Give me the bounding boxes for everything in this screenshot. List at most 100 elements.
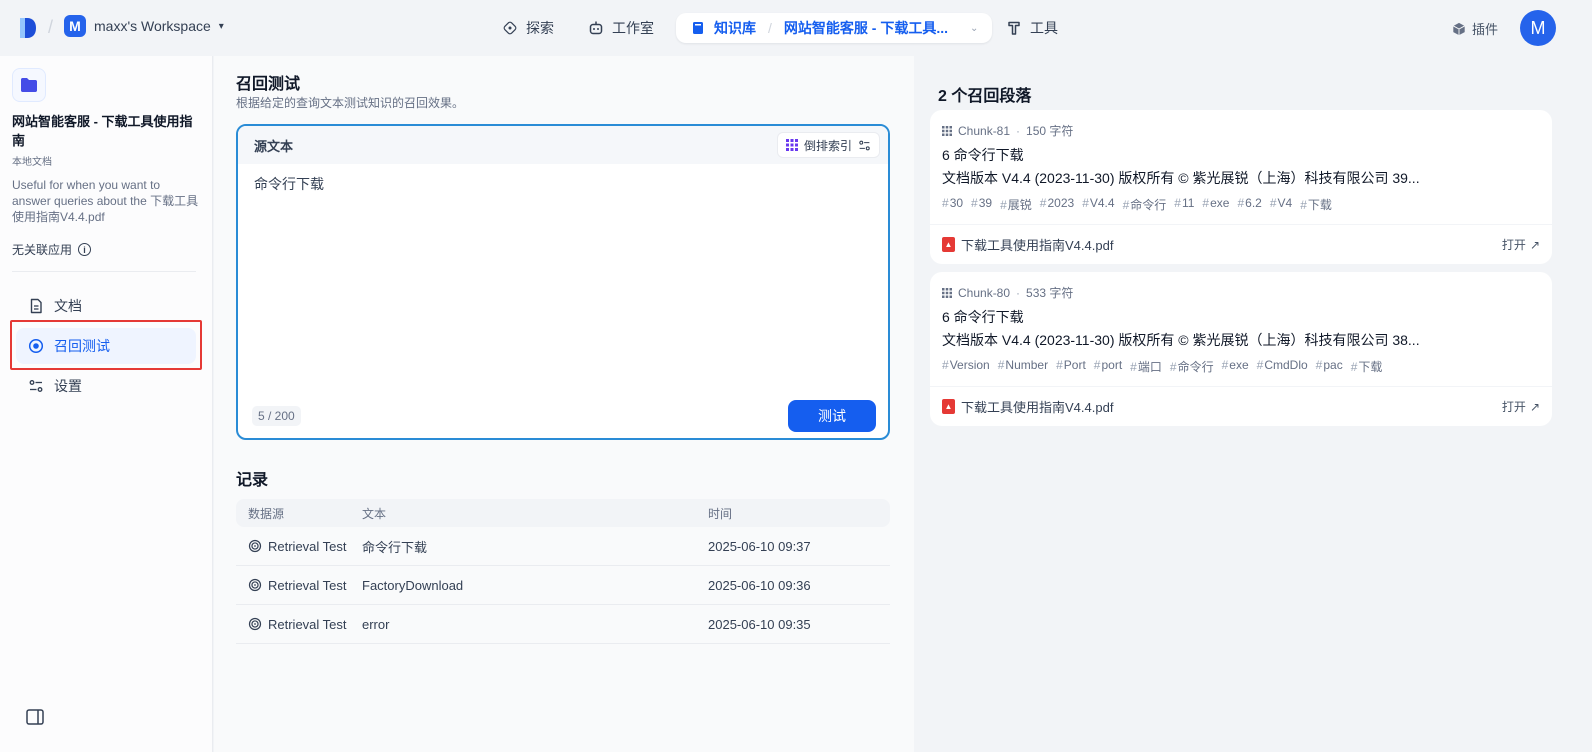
tag: #Port: [1056, 358, 1086, 372]
robot-icon: [589, 21, 603, 35]
divider: [12, 271, 196, 272]
tag: #Number: [997, 358, 1049, 372]
chunk-footer: ▲ 下载工具使用指南V4.4.pdf 打开 ↗: [930, 224, 1552, 264]
cube-icon: [1453, 22, 1465, 35]
folder-icon: [12, 68, 46, 102]
tag: #39: [971, 196, 993, 210]
record-source: Retrieval Test: [236, 578, 362, 593]
arrow-up-right-icon: ↗: [1529, 399, 1540, 414]
nav-tools[interactable]: 工具: [994, 12, 1070, 44]
chunk-card[interactable]: Chunk-80 · 533 字符 6 命令行下载 文档版本 V4.4 (202…: [930, 272, 1552, 426]
tag: #下载: [1300, 198, 1332, 212]
info-icon[interactable]: i: [78, 243, 92, 256]
chunk-tags: #30 #39 #展锐 #2023 #V4.4 #命令行 #11 #exe #6…: [942, 196, 1422, 213]
grid-icon: [785, 139, 798, 151]
plugins-label: 插件: [1472, 22, 1499, 37]
chunk-body: 文档版本 V4.4 (2023-11-30) 版权所有 © 紫光展锐（上海）科技…: [942, 170, 1420, 186]
plugins-button[interactable]: 插件: [1452, 19, 1498, 38]
table-row[interactable]: Retrieval Test error 2025-06-10 09:35: [236, 605, 890, 644]
col-time: 时间: [708, 506, 733, 521]
record-source: Retrieval Test: [236, 539, 362, 554]
tag: #6.2: [1237, 196, 1262, 210]
nav-knowledge-current[interactable]: 网站智能客服 - 下载工具...: [784, 18, 948, 38]
record-time: 2025-06-10 09:37: [708, 538, 811, 554]
tag: #pac: [1315, 358, 1343, 372]
sidebar-item-settings[interactable]: 设置: [16, 368, 196, 404]
chunk-footer: ▲ 下载工具使用指南V4.4.pdf 打开 ↗: [930, 386, 1552, 426]
chevron-down-icon: ▾: [218, 20, 224, 32]
sidebar-item-label: 设置: [54, 378, 82, 394]
kb-title: 网站智能客服 - 下载工具使用指南: [12, 114, 193, 148]
book-icon: [693, 22, 703, 34]
dot-separator: ·: [1016, 285, 1021, 300]
grid-icon: [942, 125, 952, 136]
results-panel: 2 个召回段落 Chunk-81 · 150 字符 6 命令行下载 文档版本 V…: [914, 66, 1568, 752]
results-title: 2 个召回段落: [938, 88, 1032, 105]
arrow-up-right-icon: ↗: [1529, 237, 1540, 252]
source-text-label: 源文本: [254, 138, 294, 154]
top-bar: / M maxx's Workspace ▾ 探索 工作室 知识库 / 网站智能…: [0, 0, 1592, 56]
pdf-icon: ▲: [942, 399, 955, 414]
workspace-name: maxx's Workspace: [94, 18, 211, 34]
chunk-body: 文档版本 V4.4 (2023-11-30) 版权所有 © 紫光展锐（上海）科技…: [942, 332, 1420, 348]
open-button[interactable]: 打开 ↗: [1502, 398, 1540, 415]
open-label: 打开: [1501, 400, 1526, 414]
hammer-icon: [1008, 21, 1020, 35]
sidebar: 网站智能客服 - 下载工具使用指南 本地文档 Useful for when y…: [0, 56, 213, 752]
target-icon: [248, 578, 262, 592]
record-source-label: Retrieval Test: [268, 616, 347, 632]
breadcrumb-separator: /: [48, 17, 54, 37]
open-label: 打开: [1501, 238, 1526, 252]
settings-icon: [859, 140, 870, 150]
sidebar-item-documents[interactable]: 文档: [16, 288, 196, 324]
retrieval-method-button[interactable]: 倒排索引: [776, 132, 880, 158]
record-time: 2025-06-10 09:35: [708, 616, 811, 632]
tag: #下载: [1350, 360, 1383, 374]
record-text: FactoryDownload: [362, 577, 464, 593]
tag: #Version: [942, 358, 990, 372]
tag: #exe: [1221, 358, 1249, 372]
record-text: error: [362, 616, 390, 632]
sidebar-item-label: 召回测试: [54, 338, 110, 354]
sidebar-item-label: 文档: [54, 298, 82, 314]
query-header: 源文本 倒排索引: [238, 126, 888, 164]
chunk-file: ▲ 下载工具使用指南V4.4.pdf: [942, 397, 1113, 416]
query-box: 源文本 倒排索引 命令行下载 5 / 200 测试: [236, 124, 890, 440]
nav-studio[interactable]: 工作室: [576, 12, 666, 44]
query-textarea[interactable]: 命令行下载: [254, 174, 874, 394]
tag: #展锐: [1000, 198, 1032, 212]
dot-separator: ·: [1016, 123, 1021, 138]
chunk-file-name: 下载工具使用指南V4.4.pdf: [961, 400, 1114, 415]
app-logo-icon[interactable]: [18, 16, 38, 40]
target-icon: [28, 338, 44, 354]
open-button[interactable]: 打开 ↗: [1502, 236, 1540, 253]
tag: #exe: [1202, 196, 1230, 210]
pdf-icon: ▲: [942, 237, 955, 252]
tag: #端口: [1130, 360, 1162, 374]
record-text: 命令行下载: [362, 539, 428, 555]
kb-type: 本地文档: [12, 157, 52, 168]
tag: #30: [942, 196, 964, 210]
chunk-meta: Chunk-81 · 150 字符: [942, 122, 1073, 139]
chunk-card[interactable]: Chunk-81 · 150 字符 6 命令行下载 文档版本 V4.4 (202…: [930, 110, 1552, 264]
chevron-down-icon[interactable]: ⌄: [970, 23, 978, 34]
nav-knowledge[interactable]: 知识库 / 网站智能客服 - 下载工具... ⌄: [676, 13, 993, 43]
nav-tools-label: 工具: [1030, 20, 1058, 36]
chunk-chars: 150 字符: [1026, 124, 1074, 138]
chunk-tags: #Version #Number #Port #port #端口 #命令行 #e…: [942, 358, 1422, 375]
sidebar-item-retrieval-test[interactable]: 召回测试: [16, 328, 196, 364]
tag: #2023: [1039, 196, 1075, 210]
sidebar-collapse-icon[interactable]: [26, 709, 44, 725]
chunk-file: ▲ 下载工具使用指南V4.4.pdf: [942, 235, 1113, 254]
user-avatar[interactable]: M: [1520, 10, 1556, 46]
kb-apps-label: 无关联应用: [12, 243, 73, 257]
workspace-switcher[interactable]: M maxx's Workspace ▾: [64, 15, 224, 37]
test-button[interactable]: 测试: [788, 400, 876, 432]
chunk-heading: 6 命令行下载: [942, 147, 1024, 163]
nav-explore[interactable]: 探索: [490, 12, 566, 44]
table-row[interactable]: Retrieval Test FactoryDownload 2025-06-1…: [236, 566, 890, 605]
record-source-label: Retrieval Test: [268, 577, 347, 593]
table-row[interactable]: Retrieval Test 命令行下载 2025-06-10 09:37: [236, 527, 890, 566]
chunk-id: Chunk-81: [958, 123, 1011, 138]
document-icon: [30, 298, 42, 314]
